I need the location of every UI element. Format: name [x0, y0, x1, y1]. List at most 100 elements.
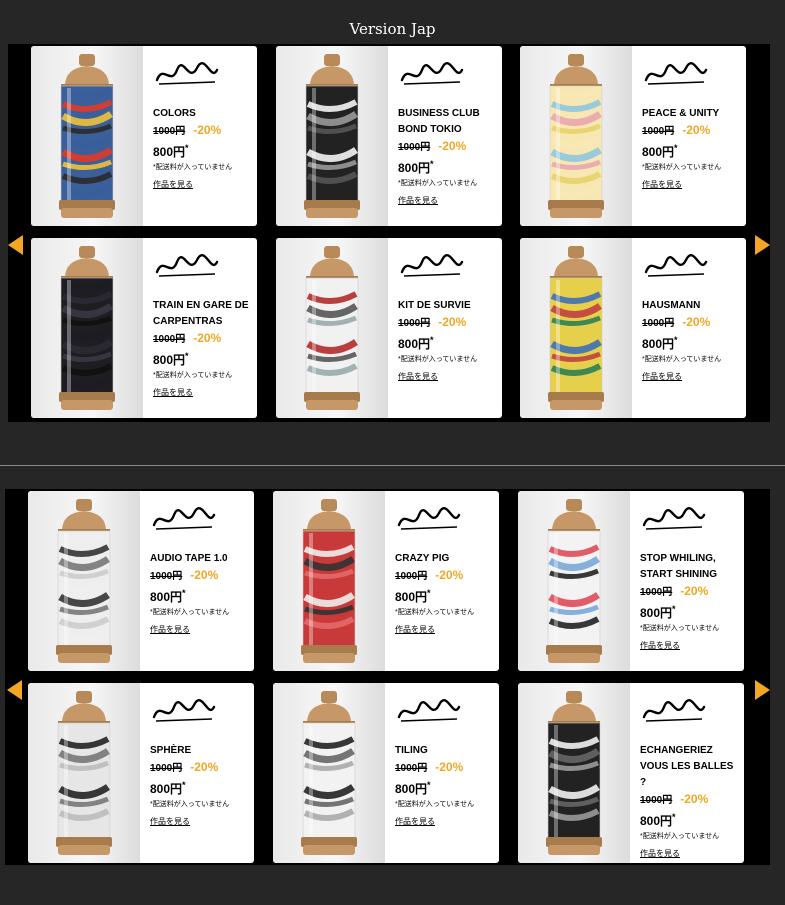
product-name: VOUS LES BALLES ? — [640, 761, 734, 788]
old-price: 1000円 — [153, 126, 186, 137]
product-name: START SHINING — [640, 569, 718, 580]
old-price: 1000円 — [640, 795, 673, 806]
product-info: SYK PEACE & UNITY 1000円-20% 800円* *配送料が入… — [642, 58, 742, 193]
product-info: Kuji ECHANGERIEZVOUS LES BALLES ? 1000円-… — [640, 695, 740, 862]
product-photo[interactable] — [31, 46, 143, 226]
new-price: 800円* — [150, 585, 250, 605]
discount-badge: -20% — [190, 760, 219, 774]
shipping-note: *配送料が入っていません — [153, 372, 233, 379]
new-price-value: 800円 — [150, 590, 183, 604]
product-name: BOND TOKIO — [398, 124, 462, 135]
product-photo[interactable] — [276, 46, 388, 226]
product-photo[interactable] — [276, 238, 388, 418]
price-row: 1000円 -20% — [153, 330, 253, 348]
price-row: 1000円 -20% — [153, 122, 253, 140]
product-photo[interactable] — [273, 491, 385, 671]
new-price: 800円* — [153, 348, 253, 368]
product-photo[interactable] — [518, 683, 630, 863]
spray-can-icon — [301, 691, 357, 855]
price-row: 1000円 -20% — [398, 314, 498, 332]
product-name: PEACE & UNITY — [642, 108, 720, 119]
view-artwork-link[interactable]: 作品を見る — [153, 177, 193, 193]
product-info: ROK STOP WHILING,START SHINING 1000円-20%… — [640, 503, 740, 654]
view-artwork-link[interactable]: 作品を見る — [153, 385, 193, 401]
price-row: 1000円 -20% — [395, 759, 495, 777]
view-artwork-link[interactable]: 作品を見る — [398, 369, 438, 385]
view-artwork-link[interactable]: 作品を見る — [395, 814, 435, 830]
product-info: ARC TRAIN EN GARE DECARPENTRAS 1000円-20%… — [153, 250, 253, 401]
discount-badge: -20% — [682, 315, 711, 329]
new-price-value: 800円 — [642, 145, 675, 159]
old-price: 1000円 — [150, 571, 183, 582]
product-card[interactable]: ARC TRAIN EN GARE DECARPENTRAS 1000円-20%… — [31, 238, 257, 418]
carousel-1-prev-arrow-icon[interactable] — [8, 235, 23, 255]
price-asterisk: * — [672, 812, 676, 822]
shipping-note: *配送料が入っていません — [642, 356, 722, 363]
product-card[interactable]: Kuji ECHANGERIEZVOUS LES BALLES ? 1000円-… — [518, 683, 744, 863]
product-photo[interactable] — [520, 46, 632, 226]
product-name: ECHANGERIEZ — [640, 745, 713, 756]
old-price: 1000円 — [398, 142, 431, 153]
product-info: NKERN HAUSMANN 1000円-20% 800円* *配送料が入ってい… — [642, 250, 742, 385]
product-photo[interactable] — [31, 238, 143, 418]
new-price-value: 800円 — [642, 337, 675, 351]
old-price: 1000円 — [640, 587, 673, 598]
discount-badge: -20% — [435, 760, 464, 774]
product-name: BUSINESS CLUB — [398, 108, 480, 119]
product-photo[interactable] — [28, 683, 140, 863]
artist-tag-logo — [642, 699, 706, 722]
new-price-value: 800円 — [640, 606, 673, 620]
spray-can-icon — [304, 54, 360, 218]
shipping-note: *配送料が入っていません — [640, 625, 720, 632]
view-artwork-link[interactable]: 作品を見る — [640, 846, 680, 862]
product-info: BOND BUSINESS CLUBBOND TOKIO 1000円-20% 8… — [398, 58, 498, 209]
product-card[interactable]: ROK STOP WHILING,START SHINING 1000円-20%… — [518, 491, 744, 671]
old-price: 1000円 — [642, 318, 675, 329]
spray-can-icon — [56, 691, 112, 855]
view-artwork-link[interactable]: 作品を見る — [398, 193, 438, 209]
section-divider — [0, 465, 785, 466]
product-card[interactable]: Skarz AUDIO TAPE 1.0 1000円-20% 800円* *配送… — [28, 491, 254, 671]
shipping-note: *配送料が入っていません — [395, 609, 475, 616]
price-row: 1000円 -20% — [150, 759, 250, 777]
price-row: 1000円 -20% — [398, 138, 498, 156]
product-name: COLORS — [153, 108, 196, 119]
view-artwork-link[interactable]: 作品を見る — [642, 369, 682, 385]
product-card[interactable]: Stomer CRAZY PIG 1000円-20% 800円* *配送料が入っ… — [273, 491, 499, 671]
view-artwork-link[interactable]: 作品を見る — [150, 622, 190, 638]
product-photo[interactable] — [518, 491, 630, 671]
price-row: 1000円 -20% — [395, 567, 495, 585]
product-info: Skarz AUDIO TAPE 1.0 1000円-20% 800円* *配送… — [150, 503, 250, 638]
carousel-2-next-arrow-icon[interactable] — [755, 680, 770, 700]
view-artwork-link[interactable]: 作品を見る — [395, 622, 435, 638]
price-asterisk: * — [427, 780, 431, 790]
product-card[interactable]: SYK PEACE & UNITY 1000円-20% 800円* *配送料が入… — [520, 46, 746, 226]
price-asterisk: * — [182, 780, 186, 790]
spray-can-icon — [56, 499, 112, 663]
product-card[interactable]: SEAT COLORS 1000円-20% 800円* *配送料が入っていません… — [31, 46, 257, 226]
carousel-2-prev-arrow-icon[interactable] — [7, 680, 22, 700]
discount-badge: -20% — [438, 315, 467, 329]
product-photo[interactable] — [520, 238, 632, 418]
product-photo[interactable] — [28, 491, 140, 671]
view-artwork-link[interactable]: 作品を見る — [640, 638, 680, 654]
carousel-1-next-arrow-icon[interactable] — [755, 235, 770, 255]
product-card[interactable]: NKERN HAUSMANN 1000円-20% 800円* *配送料が入ってい… — [520, 238, 746, 418]
shipping-note: *配送料が入っていません — [398, 356, 478, 363]
product-photo[interactable] — [273, 683, 385, 863]
shipping-note: *配送料が入っていません — [395, 801, 475, 808]
product-card[interactable]: Dero TILING 1000円-20% 800円* *配送料が入っていません… — [273, 683, 499, 863]
old-price: 1000円 — [398, 318, 431, 329]
shipping-note: *配送料が入っていません — [398, 180, 478, 187]
product-card[interactable]: BOND BUSINESS CLUBBOND TOKIO 1000円-20% 8… — [276, 46, 502, 226]
new-price-value: 800円 — [150, 782, 183, 796]
new-price: 800円* — [640, 809, 740, 829]
artist-tag-logo — [400, 62, 464, 85]
new-price-value: 800円 — [395, 782, 428, 796]
product-info: Dero TILING 1000円-20% 800円* *配送料が入っていません… — [395, 695, 495, 830]
view-artwork-link[interactable]: 作品を見る — [642, 177, 682, 193]
product-card[interactable]: Sph SPHÈRE 1000円-20% 800円* *配送料が入っていません … — [28, 683, 254, 863]
product-card[interactable]: Taroe KIT DE SURVIE 1000円-20% 800円* *配送料… — [276, 238, 502, 418]
view-artwork-link[interactable]: 作品を見る — [150, 814, 190, 830]
spray-can-icon — [59, 54, 115, 218]
